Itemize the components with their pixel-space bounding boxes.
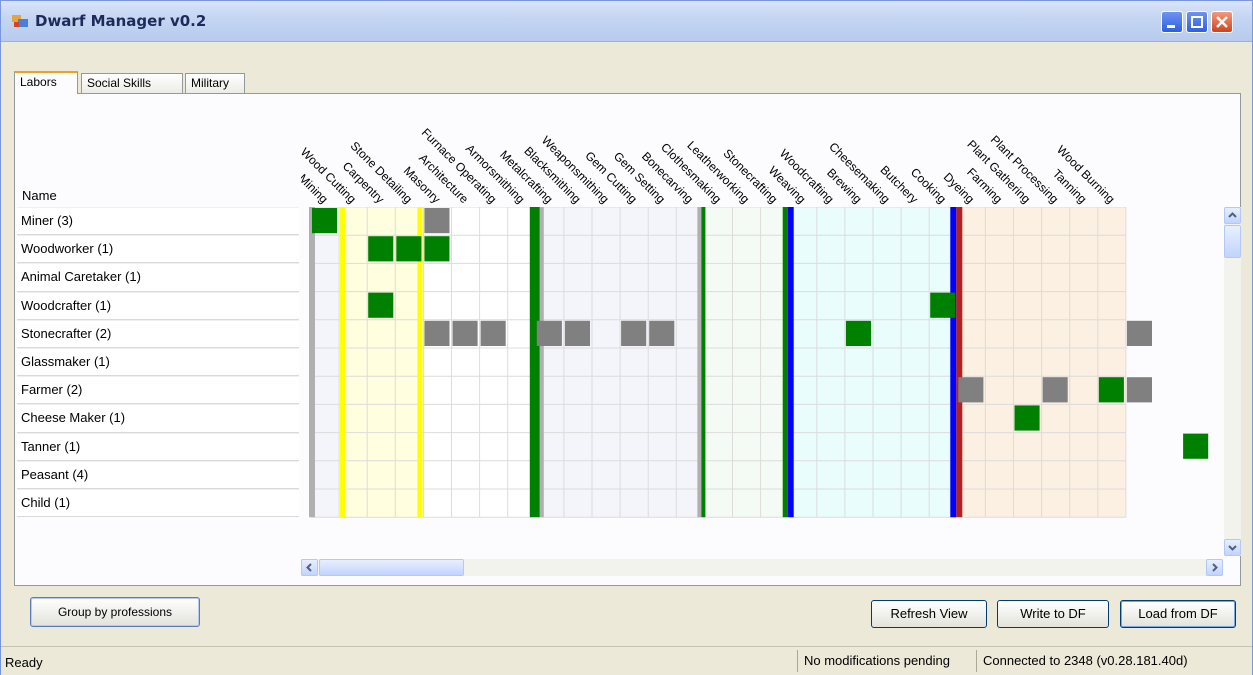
group-by-professions-button[interactable]: Group by professions [30, 597, 200, 627]
labor-column-headers: Mining Wood Cutting Carpentry Stone Detaili… [301, 104, 1221, 209]
labor-partial-cell[interactable] [452, 320, 478, 346]
labor-partial-cell[interactable] [1126, 377, 1152, 403]
status-ready-text: Ready [5, 655, 43, 670]
labor-partial-cell[interactable] [649, 320, 675, 346]
minimize-button[interactable] [1161, 11, 1183, 33]
load-from-df-button[interactable]: Load from DF [1120, 600, 1236, 628]
dwarf-row-name[interactable]: Miner (3) [17, 207, 299, 236]
labor-enabled-cell[interactable] [312, 208, 338, 234]
dwarf-row-name[interactable]: Woodworker (1) [17, 235, 299, 264]
labor-enabled-cell[interactable] [930, 292, 956, 318]
dwarf-row-name[interactable]: Cheese Maker (1) [17, 404, 299, 433]
refresh-view-button[interactable]: Refresh View [871, 600, 987, 628]
labor-partial-cell[interactable] [564, 320, 590, 346]
labor-partial-cell[interactable] [536, 320, 562, 346]
vertical-scrollbar[interactable] [1224, 207, 1241, 556]
dwarf-row-name[interactable]: Woodcrafter (1) [17, 291, 299, 320]
labor-enabled-cell[interactable] [845, 320, 871, 346]
group-separator [697, 207, 702, 518]
labor-partial-cell[interactable] [1126, 320, 1152, 346]
group-separator [701, 207, 706, 518]
group-separator [529, 207, 540, 518]
chevron-right-icon [1212, 563, 1218, 572]
window-title: Dwarf Manager v0.2 [35, 12, 207, 30]
dwarf-row-name[interactable]: Stonecrafter (2) [17, 319, 299, 348]
group-separator [539, 207, 544, 518]
dwarf-row-name[interactable]: Glassmaker (1) [17, 347, 299, 377]
labor-partial-cell[interactable] [958, 377, 984, 403]
chevron-left-icon [306, 563, 312, 572]
labor-partial-cell[interactable] [480, 320, 506, 346]
group-separator [782, 207, 788, 518]
labor-grid[interactable] [301, 207, 1211, 518]
dwarf-row-name[interactable]: Child (1) [17, 488, 299, 518]
labor-group-band [311, 207, 340, 518]
dwarf-row-name[interactable]: Tanner (1) [17, 432, 299, 461]
labor-partial-cell[interactable] [424, 320, 450, 346]
labor-enabled-cell[interactable] [396, 236, 422, 262]
chevron-up-icon [1228, 212, 1237, 218]
scroll-down-button[interactable] [1224, 539, 1241, 556]
scroll-left-button[interactable] [301, 559, 318, 576]
labor-enabled-cell[interactable] [368, 236, 394, 262]
group-separator [309, 207, 315, 518]
title-bar[interactable]: Dwarf Manager v0.2 [1, 1, 1252, 42]
write-to-df-button[interactable]: Write to DF [997, 600, 1109, 628]
status-connection: Connected to 2348 (v0.28.181.40d) [976, 650, 1246, 672]
labor-enabled-cell[interactable] [368, 292, 394, 318]
labors-panel: Name Mining Wood Cutting Carpentry Stone De… [14, 93, 1241, 586]
maximize-button[interactable] [1186, 11, 1208, 33]
group-separator [956, 207, 963, 518]
dwarf-row-name[interactable]: Animal Caretaker (1) [17, 263, 299, 292]
labor-enabled-cell[interactable] [1098, 377, 1124, 403]
horizontal-scrollbar[interactable] [301, 559, 1223, 576]
labor-enabled-cell[interactable] [1014, 405, 1040, 431]
scroll-up-button[interactable] [1224, 207, 1241, 224]
scroll-thumb-horizontal[interactable] [319, 559, 464, 576]
app-window: Dwarf Manager v0.2 Labors Social Skills … [0, 0, 1253, 675]
dwarf-row-name[interactable]: Farmer (2) [17, 376, 299, 405]
close-button[interactable] [1211, 11, 1233, 33]
chevron-down-icon [1228, 545, 1237, 551]
name-column-header: Name [22, 188, 57, 203]
tab-labors[interactable]: Labors [14, 71, 78, 94]
scroll-right-button[interactable] [1206, 559, 1223, 576]
labor-partial-cell[interactable] [1042, 377, 1068, 403]
dwarf-name-list: Miner (3) Woodworker (1) Animal Caretaker … [17, 207, 299, 518]
labor-partial-cell[interactable] [621, 320, 647, 346]
dwarf-row-name[interactable]: Peasant (4) [17, 460, 299, 489]
tab-military[interactable]: Military [185, 73, 245, 93]
status-modifications: No modifications pending [797, 650, 972, 672]
group-separator [787, 207, 794, 518]
status-bar: Ready No modifications pending Connected… [1, 646, 1252, 675]
group-separator [950, 207, 957, 518]
group-separator [340, 207, 346, 518]
labor-enabled-cell[interactable] [1183, 433, 1209, 459]
scroll-thumb[interactable] [1224, 225, 1241, 258]
labor-enabled-cell[interactable] [424, 236, 450, 262]
tab-social-skills[interactable]: Social Skills [81, 73, 183, 93]
app-icon [11, 13, 29, 29]
labor-group-band [704, 207, 789, 518]
labor-partial-cell[interactable] [424, 208, 450, 234]
